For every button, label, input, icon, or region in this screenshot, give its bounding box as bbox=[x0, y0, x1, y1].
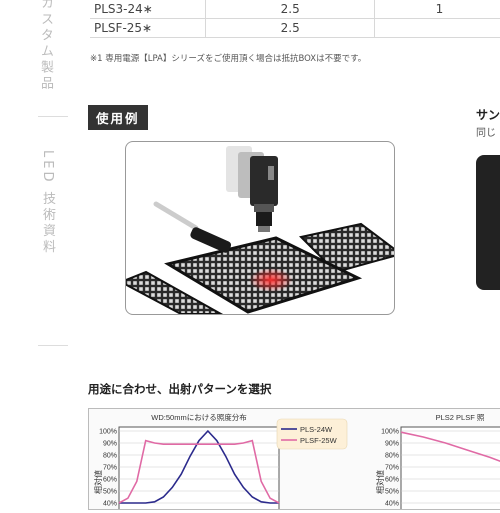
y-tick-label: 40% bbox=[385, 501, 399, 508]
usage-illustration bbox=[125, 141, 395, 315]
y-tick-label: 70% bbox=[385, 465, 399, 472]
legend-label: PLS-24W bbox=[300, 425, 333, 434]
y-tick-label: 100% bbox=[99, 429, 117, 436]
footnote: ※1 専用電源【LPA】シリーズをご使用頂く場合は抵抗BOXは不要です。 bbox=[90, 54, 367, 64]
y-tick-label: 70% bbox=[103, 465, 117, 472]
table-row: PLSF-25∗ 2.5 bbox=[90, 18, 500, 38]
side-nav: カスタム製品 LED 技術資料 bbox=[0, 0, 90, 500]
plot-area bbox=[118, 426, 280, 513]
y-axis-label: 相対値 bbox=[375, 470, 385, 494]
y-tick-label: 60% bbox=[385, 477, 399, 484]
chart-title: WD:50mmにおける照度分布 bbox=[151, 412, 247, 422]
value-cell: 2.5 bbox=[205, 18, 375, 38]
side-section-title: サン bbox=[476, 108, 500, 122]
usage-example-heading: 使用例 bbox=[88, 105, 148, 130]
nav-item-custom-products[interactable]: カスタム製品 bbox=[36, 0, 55, 92]
nav-divider bbox=[38, 116, 68, 117]
y-tick-label: 90% bbox=[103, 441, 117, 448]
y-tick-label: 60% bbox=[103, 477, 117, 484]
y-tick-label: 90% bbox=[385, 441, 399, 448]
legend-label: PLSF-25W bbox=[300, 436, 338, 445]
usage-illustration-svg bbox=[126, 146, 394, 314]
side-image-block bbox=[476, 155, 500, 290]
plot-area bbox=[400, 426, 500, 513]
y-tick-label: 50% bbox=[385, 489, 399, 496]
y-tick-label: 50% bbox=[103, 489, 117, 496]
light-spot bbox=[249, 268, 293, 292]
led-light-icon bbox=[153, 201, 232, 253]
value-cell: 2.5 bbox=[205, 0, 375, 19]
table-row: PLS3-24∗ 2.5 1 bbox=[90, 0, 500, 19]
chart-title: PLS2 PLSF 照 bbox=[436, 413, 485, 422]
nav-divider bbox=[38, 345, 68, 346]
model-cell: PLSF-25∗ bbox=[90, 18, 207, 38]
model-cell: PLS3-24∗ bbox=[90, 0, 207, 19]
y-axis-label: 相対値 bbox=[93, 470, 103, 494]
side-section-subtitle: 同じ bbox=[476, 128, 496, 139]
extra-cell: 1 bbox=[374, 0, 500, 19]
y-tick-label: 80% bbox=[103, 453, 117, 460]
extra-cell bbox=[374, 18, 500, 38]
nav-item-led-tech-docs[interactable]: LED 技術資料 bbox=[38, 150, 57, 256]
charts-svg: WD:50mmにおける照度分布相対値 100% 90% 80% 70% 60% 50% 40%… bbox=[93, 412, 500, 513]
chart-panel: WD:50mmにおける照度分布相対値 100% 90% 80% 70% 60% 50% 40%… bbox=[88, 408, 500, 513]
emission-pattern-heading: 用途に合わせ、出射パターンを選択 bbox=[88, 382, 272, 396]
y-tick-label: 40% bbox=[103, 501, 117, 508]
camera-icon bbox=[226, 146, 278, 232]
spec-table: PLS3-24∗ 2.5 1 PLSF-25∗ 2.5 bbox=[90, 0, 500, 38]
y-tick-label: 80% bbox=[385, 453, 399, 460]
y-tick-label: 100% bbox=[381, 429, 399, 436]
